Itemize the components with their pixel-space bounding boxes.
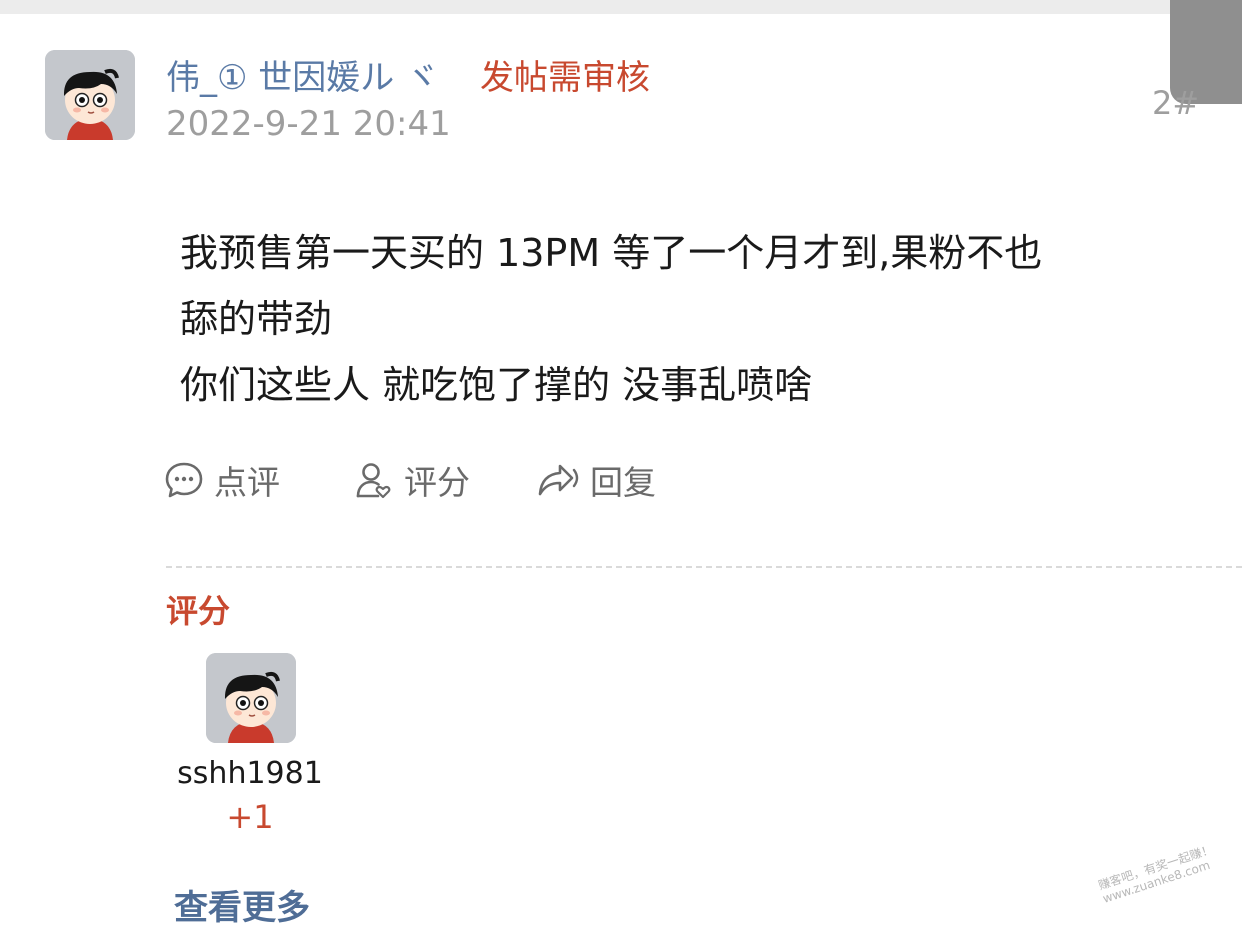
rater-avatar[interactable]: [206, 653, 296, 743]
comment-label: 点评: [214, 463, 280, 502]
avatar-cartoon-icon: [206, 653, 296, 743]
avatar-cartoon-icon: [45, 50, 135, 140]
rater-username[interactable]: sshh1981: [150, 756, 350, 791]
rater-score: +1: [226, 798, 274, 836]
rate-button[interactable]: 评分: [354, 452, 470, 508]
post-content: 我预售第一天买的 13PM 等了一个月才到,果粉不也 舔的带劲 你们这些人 就吃…: [180, 220, 1220, 418]
section-divider: [166, 566, 1242, 568]
post-timestamp: 2022-9-21 20:41: [166, 104, 451, 144]
comment-button[interactable]: 点评: [164, 452, 280, 508]
author-avatar[interactable]: [45, 50, 135, 140]
author-username[interactable]: 伟_① 世因媛ル ヾ: [166, 50, 439, 99]
rating-section-title: 评分: [166, 592, 231, 630]
reply-button[interactable]: 回复: [536, 452, 656, 508]
content-line: 舔的带劲: [180, 297, 333, 341]
top-edge-bar: [0, 0, 1242, 14]
content-line: 我预售第一天买的 13PM 等了一个月才到,果粉不也: [180, 231, 1043, 275]
watermark: 赚客吧，有奖一起赚！ www.zuanke8.com: [1097, 842, 1220, 906]
review-status-label: 发帖需审核: [480, 58, 650, 98]
floor-number: 2#: [1152, 84, 1200, 122]
view-more-link[interactable]: 查看更多: [174, 880, 310, 929]
content-line: 你们这些人 就吃饱了撑的 没事乱喷啥: [180, 363, 813, 407]
rate-user-icon: [356, 463, 391, 499]
rate-label: 评分: [404, 463, 470, 502]
reply-share-icon: [538, 464, 579, 496]
comment-icon: [165, 462, 203, 498]
reply-label: 回复: [590, 463, 656, 502]
